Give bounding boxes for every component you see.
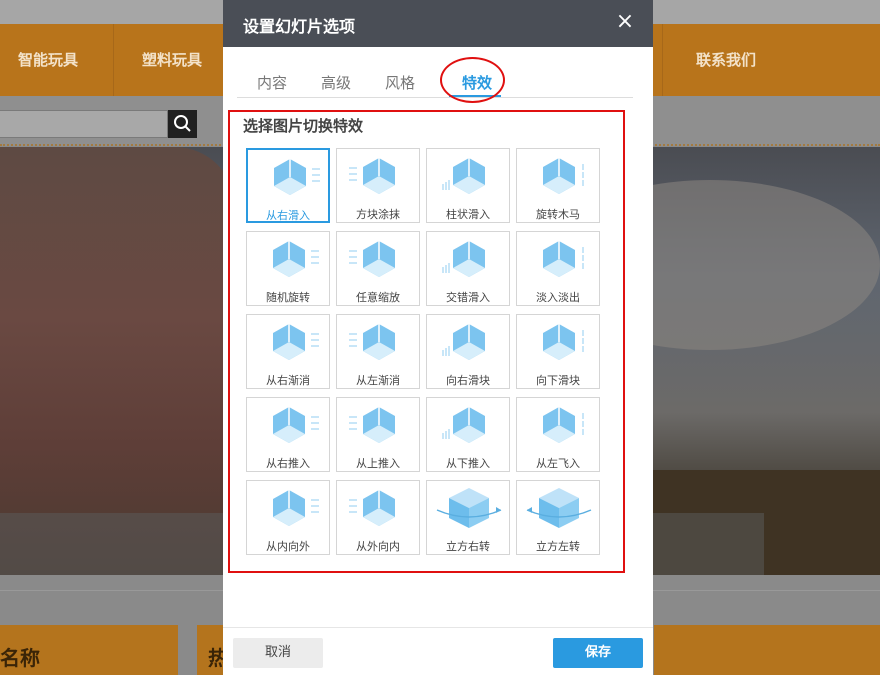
cube-stagger-icon: [442, 241, 485, 277]
effect-label: 方块涂抹: [356, 208, 400, 221]
tab-content[interactable]: 内容: [257, 72, 287, 93]
site-search-input[interactable]: [0, 110, 168, 138]
effect-option[interactable]: 任意缩放: [336, 231, 420, 306]
effect-option[interactable]: 从上推入: [336, 397, 420, 472]
cube-push-bottom-icon: [442, 407, 485, 443]
cube-block-right-icon: [442, 324, 485, 360]
cube-rotate-left-icon: [526, 488, 592, 528]
effect-label: 向下滑块: [536, 374, 580, 387]
effects-grid: 从右滑入 方块涂抹 柱状滑入 旋转木马随机旋转 任意缩放 交错滑入 淡入淡出从右渐消 从左渐消…: [246, 148, 618, 555]
effect-label: 立方左转: [536, 540, 580, 553]
cube-push-top-icon: [349, 407, 395, 443]
effect-label: 向右滑块: [446, 374, 490, 387]
cube-random-rotate-icon: [273, 241, 319, 277]
effect-option[interactable]: 方块涂抹: [336, 148, 420, 223]
effect-option[interactable]: 从下推入: [426, 397, 510, 472]
cube-carousel-icon: [543, 158, 584, 194]
cube-push-right-icon: [273, 407, 319, 443]
effect-label: 随机旋转: [266, 291, 310, 304]
cube-smear-icon: [349, 158, 395, 194]
effect-option[interactable]: 随机旋转: [246, 231, 330, 306]
dialog-tabs: 内容 高级 风格 特效: [237, 68, 633, 98]
nav-item-smart-toys[interactable]: 智能玩具: [18, 24, 78, 96]
effect-option[interactable]: 从右滑入: [246, 148, 330, 223]
site-search-button[interactable]: [168, 110, 197, 138]
effect-label: 柱状滑入: [446, 208, 490, 221]
cube-zoom-icon: [349, 241, 395, 277]
effect-label: 从右滑入: [266, 209, 310, 222]
nav-separator: [113, 24, 114, 96]
effect-label: 从下推入: [446, 457, 490, 470]
effect-option[interactable]: 淡入淡出: [516, 231, 600, 306]
nav-item-contact[interactable]: 联系我们: [696, 24, 756, 96]
footer-divider: [223, 627, 653, 628]
slideshow-options-dialog: 设置幻灯片选项 × 内容 高级 风格 特效 选择图片切换特效 从右滑入 方块涂抹 柱…: [223, 0, 653, 675]
save-button[interactable]: 保存: [553, 638, 643, 668]
tab-advanced[interactable]: 高级: [321, 72, 351, 93]
cube-block-down-icon: [543, 324, 584, 360]
cube-slide-right-icon: [274, 159, 320, 195]
cube-fade-right-icon: [273, 324, 319, 360]
effect-option[interactable]: 从右渐消: [246, 314, 330, 389]
banner-doll: [0, 147, 235, 575]
cube-fade-left-icon: [349, 324, 395, 360]
effect-label: 从右推入: [266, 457, 310, 470]
effect-label: 从外向内: [356, 540, 400, 553]
cancel-button[interactable]: 取消: [233, 638, 323, 668]
section-title: 选择图片切换特效: [243, 117, 364, 135]
close-icon[interactable]: ×: [615, 11, 635, 35]
cube-rotate-right-icon: [436, 488, 502, 528]
effect-option[interactable]: 从外向内: [336, 480, 420, 555]
effect-option[interactable]: 立方左转: [516, 480, 600, 555]
effect-option[interactable]: 从左飞入: [516, 397, 600, 472]
cube-fly-left-icon: [543, 407, 584, 443]
effect-option[interactable]: 从左渐消: [336, 314, 420, 389]
cube-column-slide-icon: [442, 158, 485, 194]
tab-highlight-circle: [440, 57, 505, 103]
category-card: [654, 625, 880, 675]
effect-label: 淡入淡出: [536, 291, 580, 304]
effect-label: 从内向外: [266, 540, 310, 553]
effect-label: 立方右转: [446, 540, 490, 553]
cube-inside-out-icon: [273, 490, 319, 526]
nav-item-plastic-toys[interactable]: 塑料玩具: [142, 24, 202, 96]
effect-label: 旋转木马: [536, 208, 580, 221]
effect-label: 从左渐消: [356, 374, 400, 387]
dialog-title: 设置幻灯片选项: [243, 17, 356, 36]
effect-option[interactable]: 向下滑块: [516, 314, 600, 389]
search-icon: [174, 115, 191, 132]
effect-option[interactable]: 交错滑入: [426, 231, 510, 306]
cube-outside-in-icon: [349, 490, 395, 526]
tab-style[interactable]: 风格: [385, 72, 415, 93]
effect-label: 从上推入: [356, 457, 400, 470]
card-title: 名称: [0, 646, 40, 670]
effect-option[interactable]: 柱状滑入: [426, 148, 510, 223]
effect-label: 任意缩放: [356, 291, 400, 304]
nav-separator: [662, 24, 663, 96]
effect-option[interactable]: 从右推入: [246, 397, 330, 472]
effect-label: 从右渐消: [266, 374, 310, 387]
dialog-header: 设置幻灯片选项 ×: [223, 0, 653, 47]
effect-option[interactable]: 立方右转: [426, 480, 510, 555]
cube-fade-icon: [543, 241, 584, 277]
effect-option[interactable]: 向右滑块: [426, 314, 510, 389]
effect-label: 从左飞入: [536, 457, 580, 470]
effect-option[interactable]: 旋转木马: [516, 148, 600, 223]
effect-label: 交错滑入: [446, 291, 490, 304]
effect-option[interactable]: 从内向外: [246, 480, 330, 555]
